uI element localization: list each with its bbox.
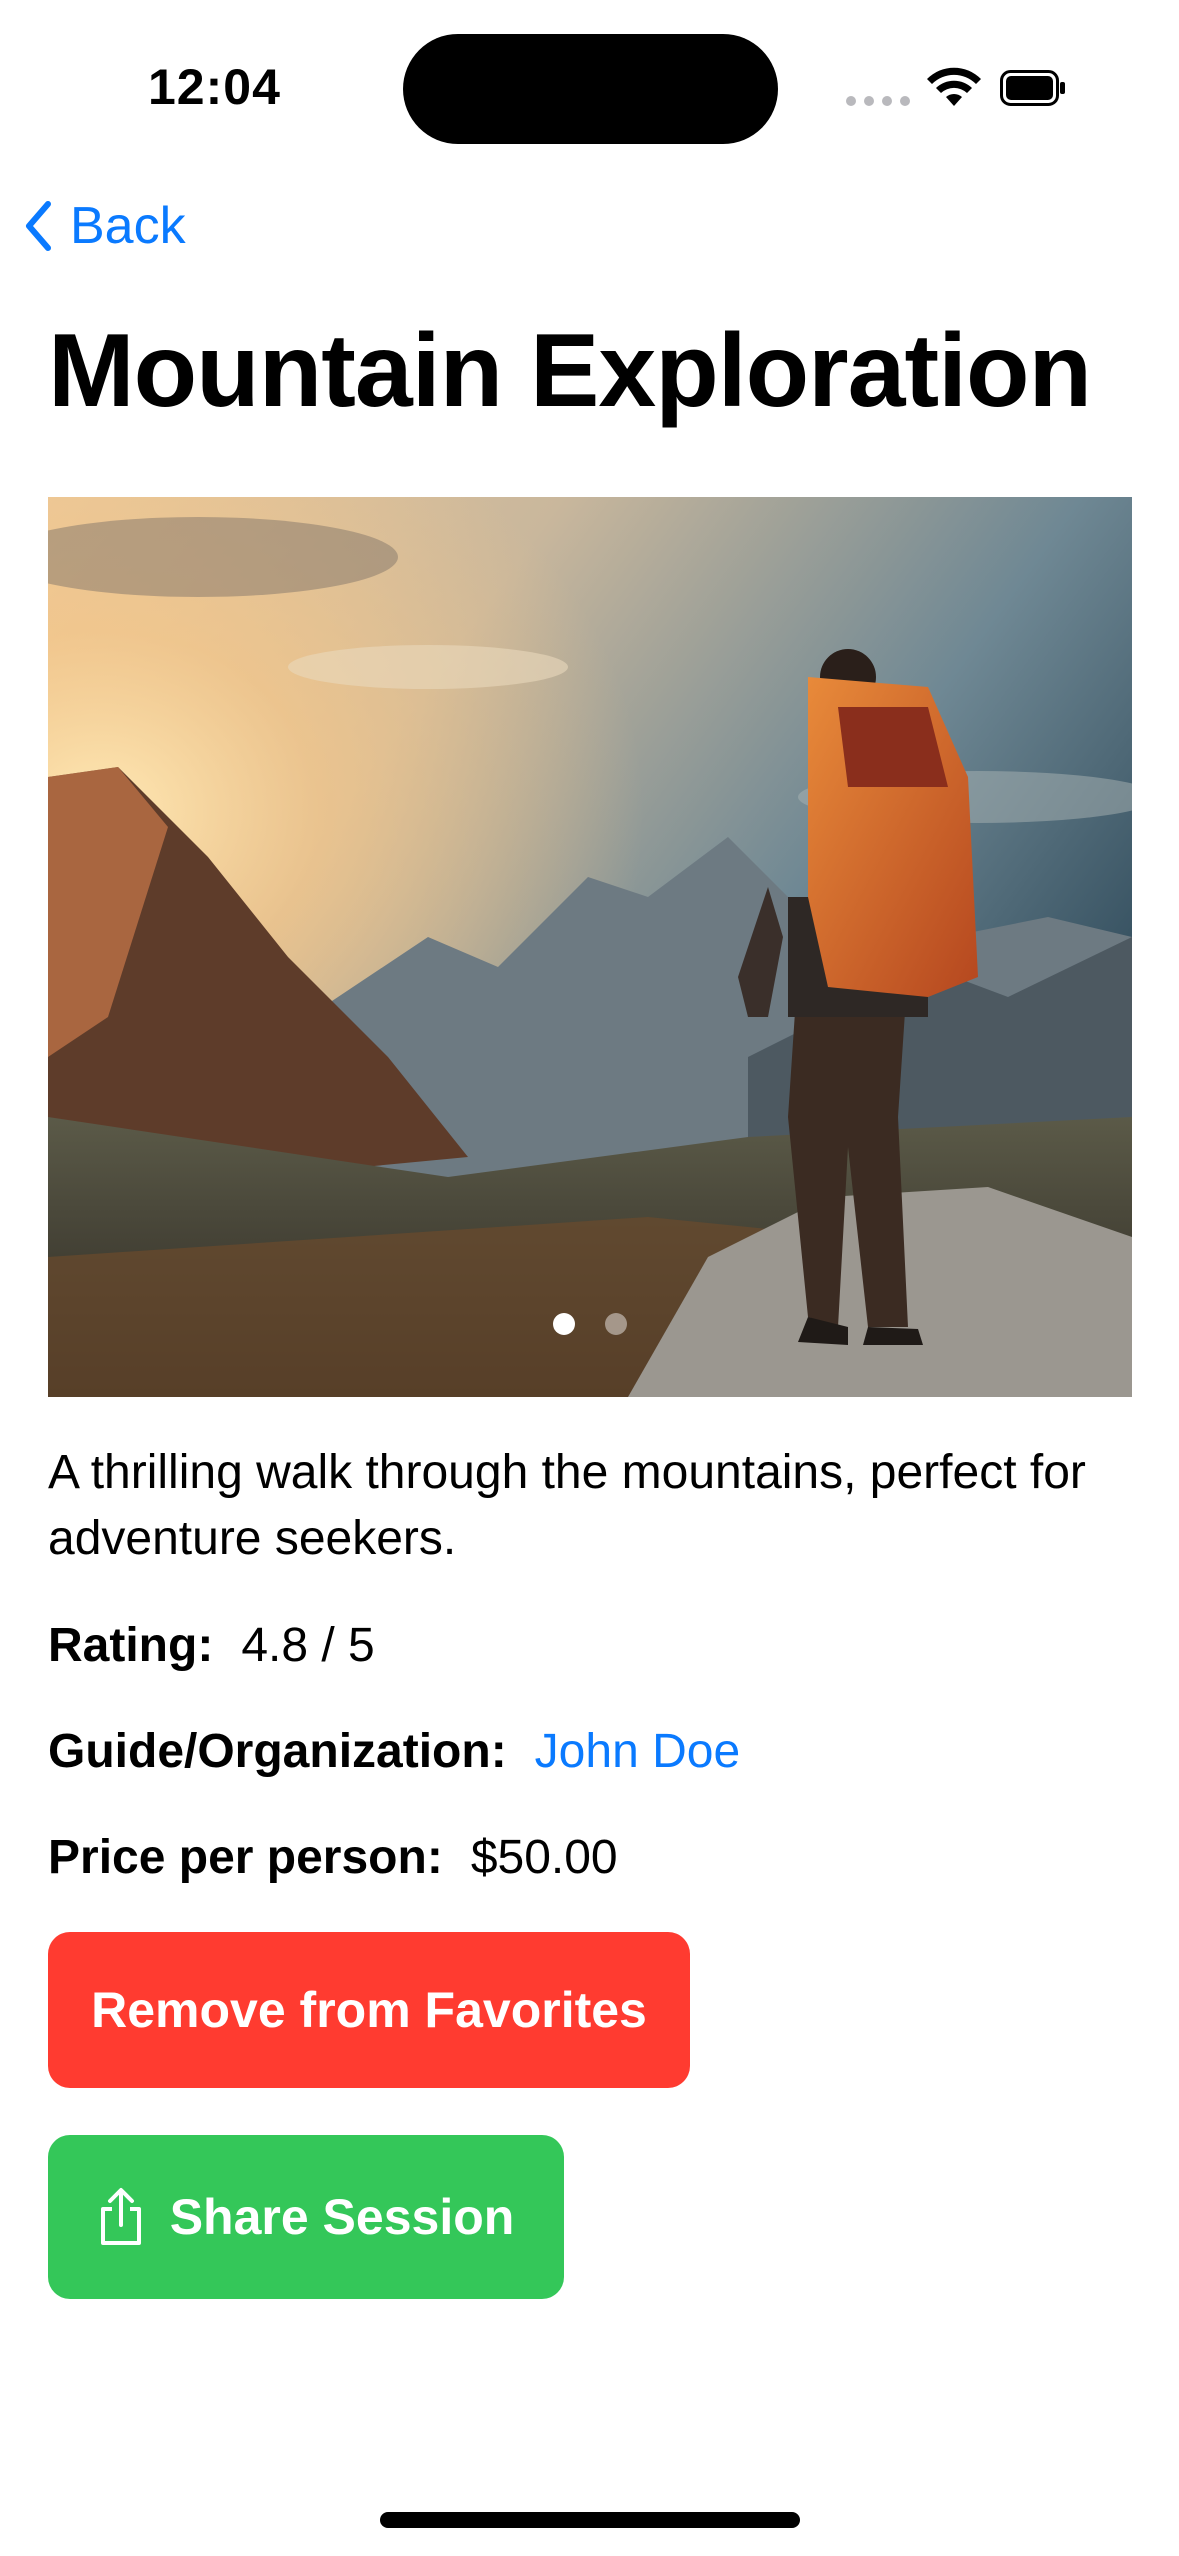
share-icon: [100, 2188, 141, 2245]
share-button-label: Share Session: [169, 2189, 515, 2245]
back-label: Back: [70, 197, 186, 255]
remove-button-label: Remove from Favorites: [91, 1982, 647, 2038]
price-value: $50.00: [470, 1831, 618, 1884]
back-button[interactable]: Back: [24, 196, 186, 256]
rating-value: 4.8 / 5: [241, 1619, 375, 1672]
guide-row: Guide/Organization: John Doe: [48, 1724, 740, 1779]
page-dot[interactable]: [605, 1313, 627, 1335]
price-label: Price per person:: [48, 1831, 443, 1884]
wifi-icon: [927, 67, 981, 106]
dynamic-island: [403, 34, 778, 144]
hiker-mountain-photo: [48, 497, 1132, 1397]
home-indicator[interactable]: [380, 2512, 800, 2528]
battery-icon: [1000, 70, 1065, 106]
status-time: 12:04: [148, 59, 281, 115]
page-title: Mountain Exploration: [48, 313, 1092, 429]
rating-label: Rating:: [48, 1619, 214, 1672]
guide-label: Guide/Organization:: [48, 1725, 507, 1778]
image-carousel[interactable]: [48, 497, 1132, 1397]
price-row: Price per person: $50.00: [48, 1830, 618, 1885]
chevron-left-icon: [26, 201, 51, 251]
share-session-button[interactable]: Share Session: [48, 2135, 564, 2299]
carousel-page-indicator[interactable]: [48, 1313, 1132, 1335]
page-dot[interactable]: [553, 1313, 575, 1335]
session-description: A thrilling walk through the mountains, …: [48, 1446, 1086, 1565]
remove-from-favorites-button[interactable]: Remove from Favorites: [48, 1932, 690, 2088]
cellular-signal-icon: [846, 96, 910, 106]
rating-row: Rating: 4.8 / 5: [48, 1618, 375, 1673]
guide-link[interactable]: John Doe: [535, 1724, 740, 1779]
